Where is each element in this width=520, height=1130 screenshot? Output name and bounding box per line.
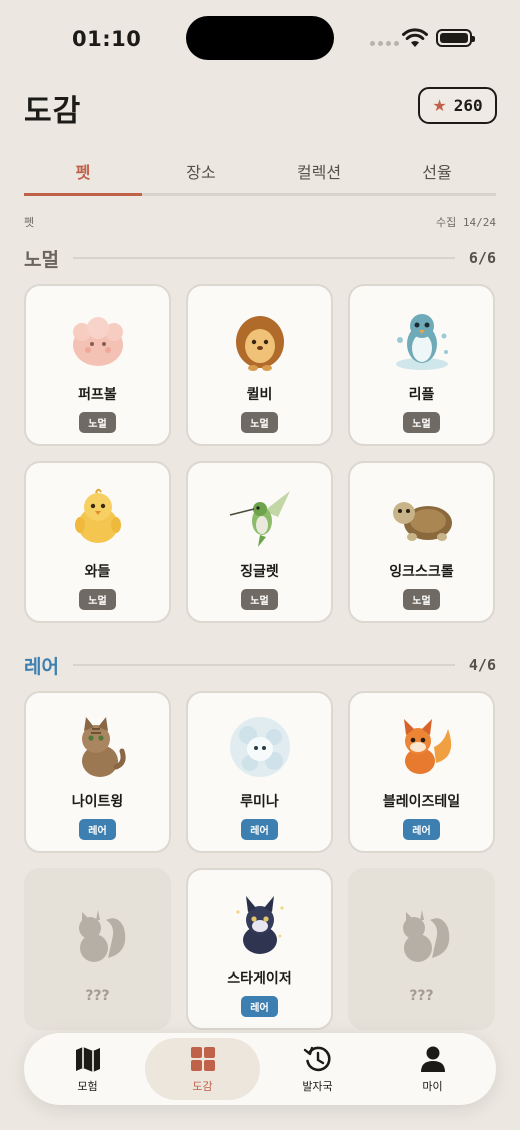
- nav-label: 발자국: [302, 1080, 333, 1093]
- pet-card[interactable]: 잉크스크롤 노멀: [348, 461, 495, 623]
- pet-card[interactable]: 나이트윙 레어: [24, 691, 171, 853]
- hedgehog-icon: [235, 316, 284, 371]
- rarity-badge: 레어: [79, 819, 116, 840]
- locked-pet-name: ???: [85, 988, 110, 1004]
- pet-card[interactable]: 퀼비 노멀: [186, 284, 333, 446]
- pet-name: 나이트윙: [71, 794, 124, 810]
- wifi-icon: [402, 28, 428, 47]
- tab-places[interactable]: 장소: [142, 144, 260, 193]
- section-title: 노멀: [24, 248, 59, 271]
- pet-card[interactable]: 리플 노멀: [348, 284, 495, 446]
- rarity-badge: 레어: [241, 996, 278, 1017]
- divider: [72, 257, 455, 259]
- locked-pet-name: ???: [409, 988, 434, 1004]
- section-rare-header: 레어 4/6: [24, 651, 496, 679]
- divider: [72, 664, 455, 666]
- grid-icon: [190, 1047, 215, 1071]
- category-tabs: 펫 장소 컬렉션 선율: [24, 144, 496, 196]
- pink-puffball-icon: [72, 317, 123, 366]
- pet-name: 루미나: [240, 794, 279, 810]
- status-bar: 01:10: [0, 0, 520, 80]
- hummingbird-icon: [229, 491, 290, 547]
- nav-footprints[interactable]: 발자국: [260, 1038, 375, 1100]
- pet-name: 리플: [408, 387, 435, 403]
- pet-name: 와들: [84, 564, 111, 580]
- star-count: 260: [453, 96, 483, 115]
- nav-label: 모험: [77, 1080, 98, 1093]
- light-spirit-icon: [229, 717, 290, 777]
- rarity-badge: 노멀: [241, 589, 278, 610]
- locked-pet-card[interactable]: ???: [348, 868, 495, 1030]
- collection-count: 수집 14/24: [436, 216, 496, 229]
- dynamic-island: [186, 16, 334, 60]
- subheader-label: 펫: [24, 216, 35, 229]
- tab-melody[interactable]: 선율: [378, 144, 496, 193]
- person-icon: [420, 1046, 445, 1072]
- pet-name: 블레이즈테일: [382, 794, 461, 810]
- signal-icon: [370, 41, 399, 46]
- squirrel-silhouette-icon: [78, 910, 125, 962]
- yellow-chick-icon: [74, 488, 121, 543]
- history-icon: [303, 1046, 331, 1072]
- rarity-badge: 레어: [241, 819, 278, 840]
- section-progress: 6/6: [468, 249, 496, 267]
- nav-my[interactable]: 마이: [375, 1038, 490, 1100]
- pet-card[interactable]: 스타게이저 레어: [186, 868, 333, 1030]
- tab-pets[interactable]: 펫: [24, 144, 142, 196]
- locked-pet-card[interactable]: ???: [24, 868, 171, 1030]
- rarity-badge: 레어: [403, 819, 440, 840]
- pet-card[interactable]: 퍼프볼 노멀: [24, 284, 171, 446]
- pet-card[interactable]: 징글렛 노멀: [186, 461, 333, 623]
- star-balance-badge[interactable]: ★ 260: [418, 87, 497, 124]
- tabby-cat-icon: [81, 717, 126, 777]
- pet-card[interactable]: 루미나 레어: [186, 691, 333, 853]
- pet-name: 스타게이저: [227, 971, 292, 987]
- rare-pet-grid: 나이트윙 레어 루미나 레어 블레이즈테일 레어 ??? 스타게이저 레어 ??…: [24, 691, 498, 1030]
- page-title: 도감: [24, 94, 82, 129]
- star-wolf-pup-icon: [235, 896, 284, 954]
- star-icon: ★: [432, 95, 447, 115]
- normal-pet-grid: 퍼프볼 노멀 퀼비 노멀 리플 노멀 와들 노멀 징글렛 노멀 잉크스크롤 노멀: [24, 284, 498, 623]
- rarity-badge: 노멀: [241, 412, 278, 433]
- bottom-nav: 모험 도감 발자국 마이: [24, 1033, 496, 1105]
- nav-label: 도감: [192, 1080, 213, 1093]
- section-title: 레어: [24, 655, 59, 678]
- pet-card[interactable]: 블레이즈테일 레어: [348, 691, 495, 853]
- rarity-badge: 노멀: [79, 589, 116, 610]
- pet-name: 잉크스크롤: [389, 564, 454, 580]
- tab-collection[interactable]: 컬렉션: [260, 144, 378, 193]
- squirrel-silhouette-icon: [402, 910, 449, 962]
- rarity-badge: 노멀: [403, 412, 440, 433]
- pet-name: 징글렛: [240, 564, 279, 580]
- pet-name: 퍼프볼: [78, 387, 117, 403]
- status-time: 01:10: [72, 27, 142, 51]
- nav-label: 마이: [422, 1080, 443, 1093]
- section-normal-header: 노멀 6/6: [24, 244, 496, 272]
- map-icon: [75, 1047, 100, 1072]
- nav-adventure[interactable]: 모험: [30, 1038, 145, 1100]
- pet-name: 퀼비: [246, 387, 273, 403]
- fire-fox-icon: [403, 719, 451, 774]
- rarity-badge: 노멀: [403, 589, 440, 610]
- nav-collection[interactable]: 도감: [145, 1038, 260, 1100]
- rarity-badge: 노멀: [79, 412, 116, 433]
- water-penguin-icon: [395, 314, 448, 370]
- section-progress: 4/6: [468, 656, 496, 674]
- battery-icon: [436, 29, 475, 47]
- turtle-icon: [392, 502, 452, 541]
- pet-card[interactable]: 와들 노멀: [24, 461, 171, 623]
